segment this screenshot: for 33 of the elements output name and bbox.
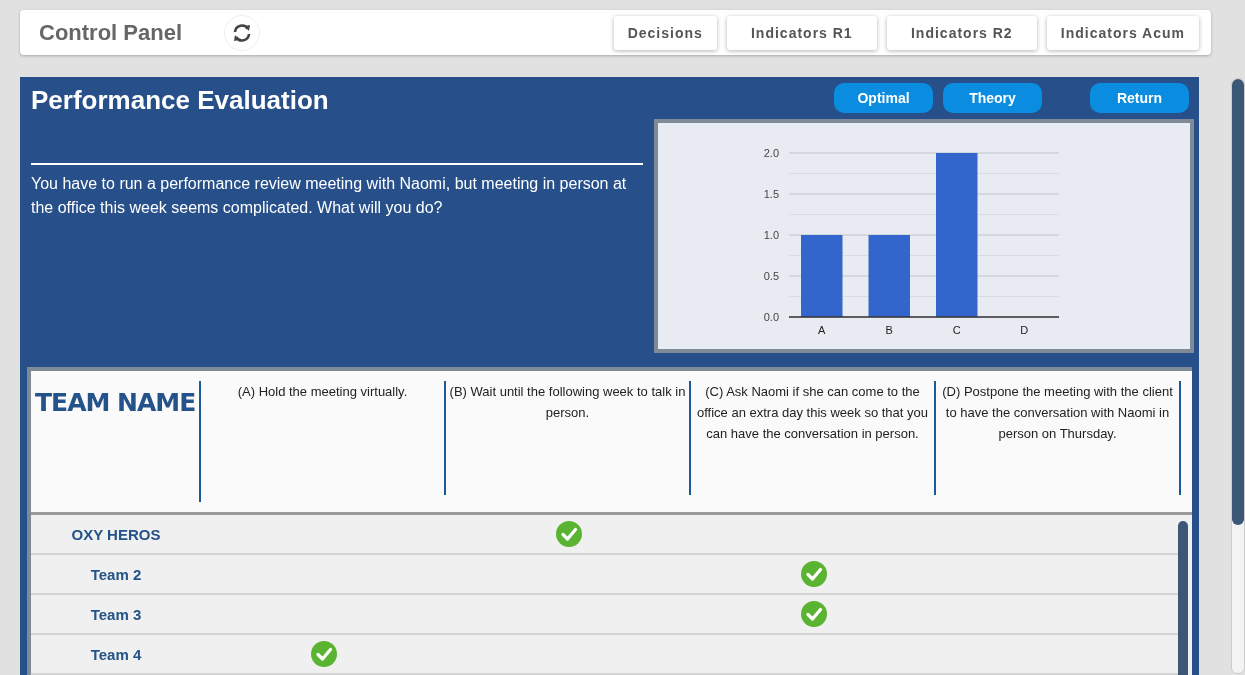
- scrollbar[interactable]: [1178, 521, 1188, 675]
- question-text: You have to run a performance review meeting with Naomi, but meeting in person at the office this week seems complicated. What will you do?: [31, 174, 628, 218]
- column-header: (C) Ask Naomi if she can come to the office an extra day this week so that you can have the conversation in person.: [691, 381, 936, 495]
- scrollbar-thumb[interactable]: [1232, 79, 1244, 525]
- nav-button[interactable]: Decisions: [613, 15, 717, 50]
- team-name: OXY HEROS: [70, 524, 162, 545]
- refresh-icon: [231, 21, 253, 44]
- column-header: (B) Wait until the following week to talk in person.: [446, 381, 691, 495]
- axis-label: C: [952, 324, 961, 336]
- refresh-button[interactable]: [224, 14, 260, 51]
- column-header: TEAM NAME: [31, 381, 201, 502]
- axis-label: 1.0: [763, 229, 779, 241]
- action-button[interactable]: Return: [1090, 83, 1189, 113]
- nav-button[interactable]: Indicators Acum: [1046, 15, 1199, 50]
- column-header: (D) Postpone the meeting with the client to have the conversation with Naomi in person on Thursday.: [936, 381, 1181, 495]
- action-button[interactable]: Theory: [943, 83, 1042, 113]
- nav-button[interactable]: Indicators R1: [726, 15, 877, 50]
- axis-label: 0.5: [763, 270, 779, 282]
- panel-title: Performance Evaluation: [31, 85, 330, 116]
- axis-label: 1.5: [763, 188, 779, 200]
- axis-label: 0.0: [763, 311, 779, 323]
- axis-label: A: [818, 324, 826, 336]
- nav-button[interactable]: Indicators R2: [886, 15, 1037, 50]
- app-title: Control Panel: [39, 19, 182, 46]
- axis-label: D: [1020, 324, 1029, 336]
- column-header: (A) Hold the meeting virtually.: [201, 381, 446, 495]
- team-name: Team 2: [89, 564, 143, 585]
- scrollbar[interactable]: [1231, 78, 1245, 674]
- team-name: Team 4: [89, 644, 143, 665]
- axis-label: 2.0: [763, 147, 779, 159]
- action-button[interactable]: Optimal: [834, 83, 933, 113]
- axis-label: B: [885, 324, 893, 336]
- team-name: Team 3: [89, 604, 143, 625]
